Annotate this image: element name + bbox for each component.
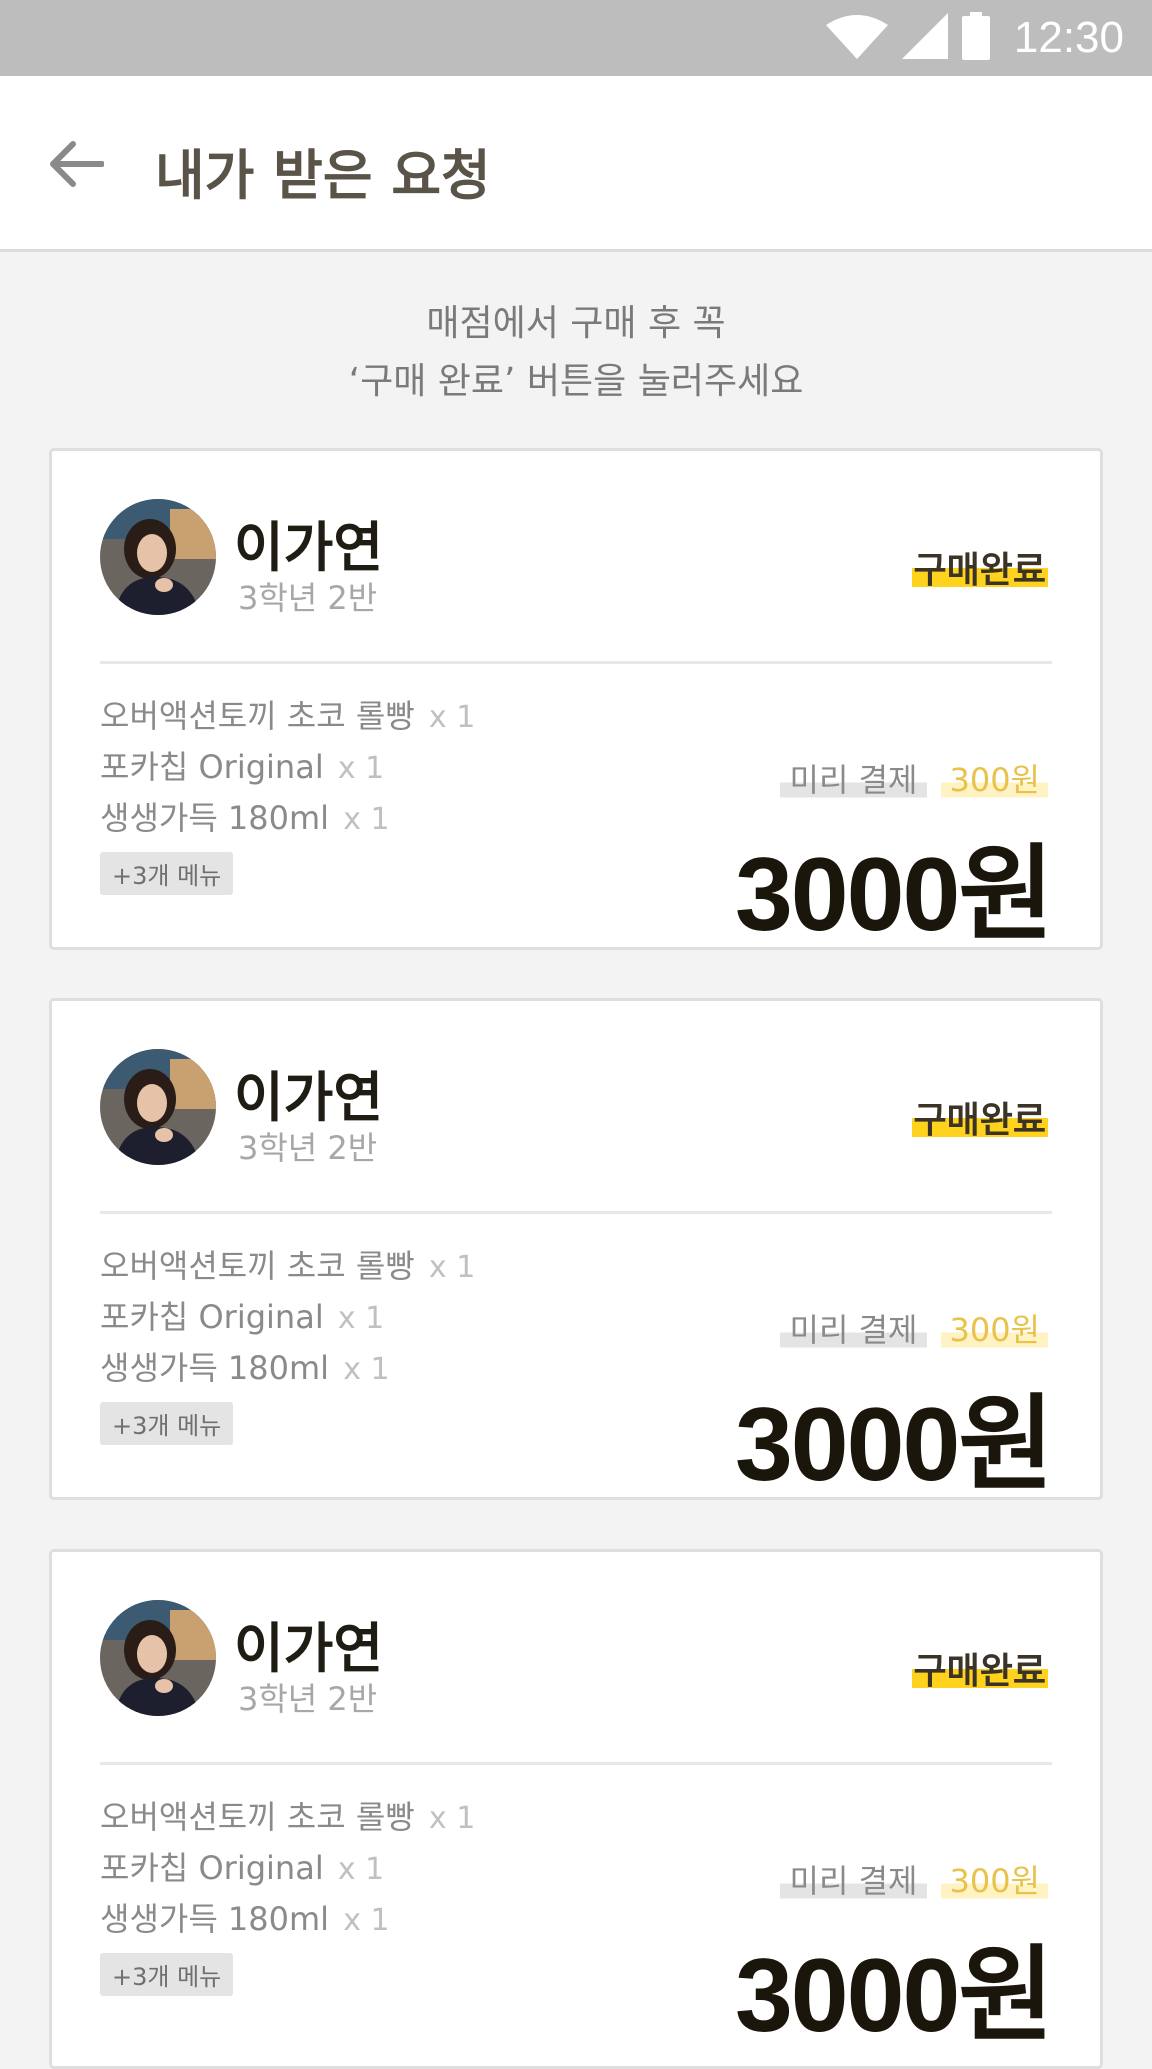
requester-class: 3학년 2반 [238,1129,378,1167]
notice-line-2: ‘구매 완료’ 버튼을 눌러주세요 [348,361,804,402]
battery-icon [961,12,990,64]
avatar [100,1600,216,1716]
requester-name: 이가연 [234,1617,384,1680]
item-list: 오버액션토끼 초코 롤빵 x 1 포카칩 Original x 1 생생가득 1… [100,1792,475,1996]
prepay-label: 미리 결제 [779,755,928,801]
request-card[interactable]: 이가연 3학년 2반 구매완료 오버액션토끼 초코 롤빵 x 1 포카칩 Ori… [49,998,1103,1503]
list-item: 생생가득 180ml x 1 [100,1900,390,1938]
signal-icon [901,13,948,63]
more-menu-badge[interactable]: +3개 메뉴 [100,1953,234,1996]
list-item: 오버액션토끼 초코 롤빵 x 1 [100,1247,476,1285]
prepay-amount: 300원 [941,755,1048,801]
purchase-complete-button[interactable]: 구매완료 [911,1091,1048,1143]
requester-class: 3학년 2반 [238,579,378,617]
arrow-left-icon [50,141,104,187]
list-item: 포카칩 Original x 1 [100,748,385,786]
prepay-info: 미리 결제 300원 [779,1856,1048,1902]
item-list: 오버액션토끼 초코 롤빵 x 1 포카칩 Original x 1 생생가득 1… [100,1241,475,1445]
wifi-icon [825,13,888,63]
status-bar: 12:30 [0,0,1152,76]
prepay-info: 미리 결제 300원 [779,1305,1048,1351]
item-list: 오버액션토끼 초코 롤빵 x 1 포카칩 Original x 1 생생가득 1… [100,691,475,895]
more-menu-badge[interactable]: +3개 메뉴 [100,852,234,895]
notice-line-1: 매점에서 구매 후 꼭 [426,303,726,344]
total-price: 3000원 [734,1938,1054,2054]
prepay-amount: 300원 [941,1856,1048,1902]
status-time: 12:30 [1013,13,1124,62]
avatar [100,1049,216,1165]
list-item: 포카칩 Original x 1 [100,1849,385,1887]
divider [100,661,1052,664]
divider [100,1762,1052,1765]
more-menu-badge[interactable]: +3개 메뉴 [100,1402,234,1445]
prepay-label: 미리 결제 [779,1856,928,1902]
list-item: 생생가득 180ml x 1 [100,799,390,837]
app-bar: 내가 받은 요청 [0,76,1152,252]
purchase-complete-button[interactable]: 구매완료 [911,541,1048,593]
list-item: 오버액션토끼 초코 롤빵 x 1 [100,697,476,735]
list-item: 오버액션토끼 초코 롤빵 x 1 [100,1798,476,1836]
avatar [100,499,216,615]
prepay-info: 미리 결제 300원 [779,755,1048,801]
prepay-label: 미리 결제 [779,1305,928,1351]
requester-name: 이가연 [234,1066,384,1129]
request-card[interactable]: 이가연 3학년 2반 구매완료 오버액션토끼 초코 롤빵 x 1 포카칩 Ori… [49,448,1103,953]
total-price: 3000원 [734,1387,1054,1503]
request-card[interactable]: 이가연 3학년 2반 구매완료 오버액션토끼 초코 롤빵 x 1 포카칩 Ori… [49,1549,1103,2069]
requester-class: 3학년 2반 [238,1680,378,1718]
total-price: 3000원 [734,837,1054,953]
purchase-complete-button[interactable]: 구매완료 [911,1642,1048,1694]
divider [100,1211,1052,1214]
back-button[interactable] [44,132,108,196]
notice-text: 매점에서 구매 후 꼭 ‘구매 완료’ 버튼을 눌러주세요 [0,295,1152,411]
list-item: 포카칩 Original x 1 [100,1298,385,1336]
requester-name: 이가연 [234,516,384,579]
prepay-amount: 300원 [941,1305,1048,1351]
list-item: 생생가득 180ml x 1 [100,1349,390,1387]
page-title: 내가 받은 요청 [155,144,491,207]
